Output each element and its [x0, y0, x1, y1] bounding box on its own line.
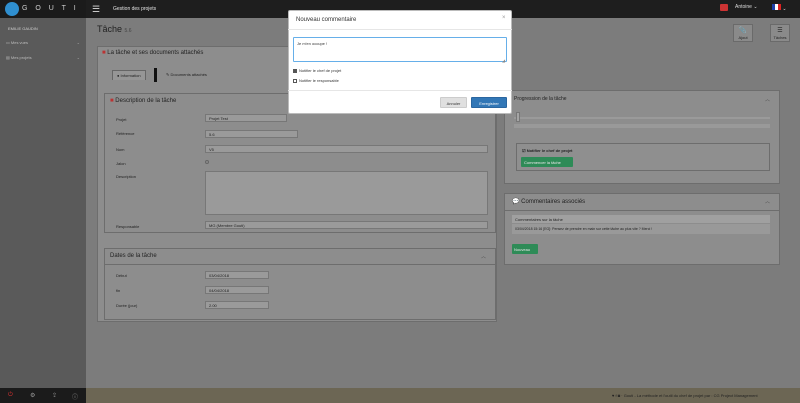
responsable-field[interactable]: MG (Membre Gouti): [205, 221, 488, 229]
page-title-text: Tâche: [97, 24, 123, 34]
dates-card: [104, 248, 496, 320]
notify-chef-label: Notifier le chef de projet: [526, 148, 573, 153]
checkbox-checked-icon[interactable]: [293, 68, 297, 73]
comments-subheader: Commentaires sur la tâche: [512, 215, 770, 223]
comment-icon: 💬: [512, 199, 520, 205]
dates-heading: Dates de la tâche: [110, 253, 157, 259]
notify-chef-option[interactable]: Notifier le chef de projet: [293, 68, 341, 73]
duree-label: Durée (jour): [116, 303, 138, 308]
chevron-up-icon[interactable]: ︿: [765, 198, 770, 205]
progress-heading: Progression de la tâche: [514, 96, 567, 102]
social-icons: ♥ f ◙ ·: [612, 393, 624, 398]
responsable-label: Responsable: [116, 224, 140, 229]
cancel-button[interactable]: Annuler: [440, 97, 467, 108]
projet-label: Projet: [116, 117, 127, 122]
projet-field[interactable]: Projet Test: [205, 114, 287, 122]
sidebar-item-mes-projets[interactable]: ▤ Mes projets ⌄: [6, 55, 80, 63]
power-icon[interactable]: ⏻: [8, 392, 13, 399]
user-menu-label: Antoine: [735, 4, 752, 10]
commencer-button[interactable]: Commencer la tâche: [521, 157, 573, 167]
comment-entry: 03/04/2018 15:16 [EG]: Pensez de prendre…: [512, 224, 770, 234]
description-heading: ■ Description de la tâche: [110, 98, 176, 104]
upload-icon[interactable]: ⇪: [52, 392, 57, 399]
notify-responsable-option-label: Notifier le responsable: [299, 78, 339, 83]
sidebar-item-label: Mes vues: [10, 40, 29, 45]
progress-slider-track[interactable]: [514, 117, 770, 119]
taches-label: Tâches: [773, 35, 787, 40]
sidebar-item-label: Mes projets: [10, 55, 32, 60]
progress-bar: [514, 124, 770, 128]
description-textarea[interactable]: [205, 171, 488, 215]
nom-field[interactable]: V5: [205, 145, 488, 153]
chevron-down-icon: ⌄: [76, 55, 80, 60]
list-icon: ☰: [777, 28, 783, 34]
reference-label: Référence: [116, 131, 135, 136]
language-flag-icon[interactable]: ⌄: [772, 4, 787, 12]
brand-name: G O U T I: [22, 5, 79, 12]
comments-heading: 💬 Commentaires associés: [512, 198, 585, 205]
paperclip-icon: 📎: [739, 28, 747, 34]
page-title: Tâche 5.6: [97, 24, 131, 34]
user-menu[interactable]: Antoine ⌄: [735, 4, 758, 10]
sidebar-item-mes-vues[interactable]: ▭ Mes vues ⌄: [6, 40, 80, 48]
notification-icon[interactable]: [720, 4, 728, 11]
check-icon: ☑: [522, 148, 526, 153]
ajout-button[interactable]: 📎 Ajout: [733, 24, 753, 42]
notify-responsable-option[interactable]: Notifier le responsable: [293, 78, 339, 83]
modal-header-divider: [288, 29, 512, 30]
tab-information[interactable]: ● Information: [112, 70, 146, 80]
debut-label: Début: [116, 273, 127, 278]
fin-field[interactable]: 04/04/2018: [205, 286, 269, 294]
notify-chef-option-label: Notifier le chef de projet: [299, 68, 342, 73]
gear-icon[interactable]: ⚙: [30, 392, 35, 399]
task-documents-heading-text: La tâche et ses documents attachés: [107, 50, 204, 56]
hamburger-menu-icon[interactable]: ☰: [92, 4, 100, 15]
modal-title: Nouveau commentaire: [296, 17, 357, 23]
tab-documents[interactable]: ✎ Documents attachés: [162, 70, 211, 79]
debut-field[interactable]: 03/04/2018: [205, 271, 269, 279]
fin-label: fin: [116, 288, 121, 293]
doc-icon: ■: [102, 50, 106, 56]
taches-button[interactable]: ☰ Tâches: [770, 24, 790, 42]
chevron-up-icon[interactable]: ︿: [765, 96, 770, 103]
comment-textarea[interactable]: Je m'en occupe !: [293, 37, 507, 62]
checkbox-icon[interactable]: [293, 78, 297, 83]
progress-slider-handle[interactable]: [516, 112, 520, 122]
sidebar-bottom-bar: ⏻ ⚙ ⇪ ⓘ: [0, 388, 86, 403]
tab-information-label: Information: [120, 73, 141, 78]
chevron-down-icon: ⌄: [76, 40, 80, 45]
jalon-label: Jalon: [116, 161, 126, 166]
comments-divider: [504, 210, 780, 211]
description-label: Description: [116, 174, 137, 179]
dates-divider: [104, 264, 496, 265]
chevron-up-icon[interactable]: ︿: [481, 253, 486, 260]
nouveau-button[interactable]: Nouveau: [512, 244, 538, 254]
close-icon[interactable]: ×: [502, 15, 506, 21]
help-icon[interactable]: ⓘ: [72, 392, 78, 401]
nom-label: Nom: [116, 147, 125, 152]
task-documents-heading: ■ La tâche et ses documents attachés: [102, 50, 203, 56]
footer-text-content: Gouti - La méthode et l'outil du chef de…: [623, 393, 758, 398]
user-name: EMILIE GAUDIN: [8, 26, 38, 31]
comments-heading-text: Commentaires associés: [521, 199, 586, 205]
description-heading-text: Description de la tâche: [115, 98, 177, 104]
footer-text: ♥ f ◙ · Gouti - La méthode et l'outil du…: [612, 393, 758, 398]
jalon-checkbox[interactable]: [205, 160, 209, 164]
ajout-label: Ajout: [738, 35, 748, 40]
save-button[interactable]: Enregistrer: [471, 97, 507, 108]
tab-documents-label: Documents attachés: [170, 72, 207, 77]
doc-icon: ■: [110, 98, 114, 104]
resize-handle-icon[interactable]: ◢: [502, 58, 505, 63]
tab-divider: [154, 68, 157, 82]
top-title: Gestion des projets: [113, 6, 157, 12]
gouti-logo-icon: [5, 2, 19, 16]
notify-chef-checkbox[interactable]: ☑ Notifier le chef de projet: [522, 148, 573, 153]
page-title-ref: 5.6: [124, 28, 132, 34]
reference-field[interactable]: 5.6: [205, 130, 298, 138]
modal-footer-divider: [288, 90, 512, 91]
duree-field[interactable]: 2.00: [205, 301, 269, 309]
